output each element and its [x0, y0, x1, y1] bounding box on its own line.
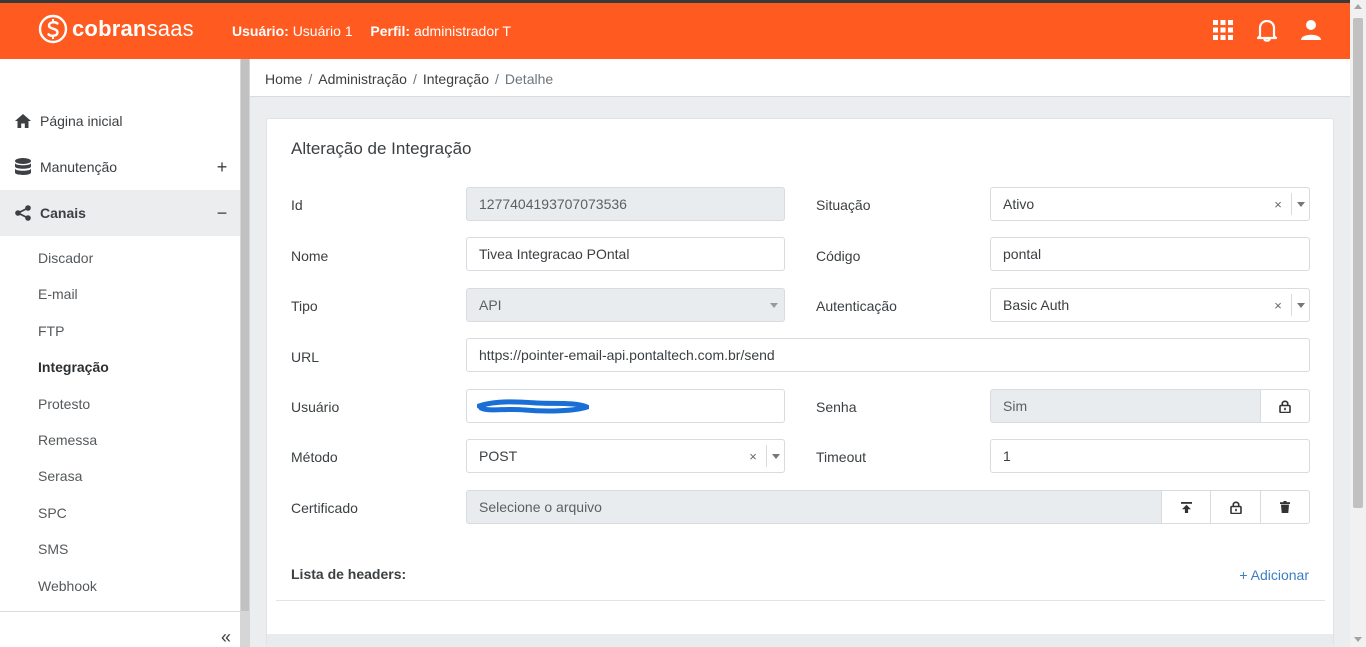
delete-button[interactable]	[1260, 490, 1310, 524]
url-label: URL	[291, 349, 320, 365]
top-bar: cobransaas Usuário: Usuário 1 Perfil: ad…	[0, 0, 1350, 59]
situacao-value: Ativo	[1003, 196, 1035, 212]
sidebar-sub-serasa[interactable]: Serasa	[38, 468, 82, 484]
senha-unlock-button[interactable]	[1260, 389, 1310, 423]
certificado-label: Certificado	[291, 500, 358, 516]
situacao-select[interactable]: Ativo ×	[990, 187, 1310, 221]
clear-icon[interactable]: ×	[742, 440, 764, 472]
sidebar-item-label: Canais	[40, 205, 86, 221]
sidebar-divider	[0, 611, 240, 612]
codigo-label: Código	[816, 248, 861, 264]
breadcrumb-home[interactable]: Home	[265, 71, 302, 87]
divider	[276, 600, 1325, 601]
usuario-input[interactable]	[466, 389, 785, 423]
headers-list-label: Lista de headers:	[291, 566, 407, 582]
breadcrumb-integracao[interactable]: Integração	[423, 71, 489, 87]
lock-icon	[1229, 501, 1242, 514]
database-icon	[14, 158, 32, 176]
scroll-up-icon[interactable]	[1354, 4, 1362, 9]
sidebar-item-canais[interactable]: Canais −	[0, 190, 240, 236]
clear-icon[interactable]: ×	[1267, 188, 1289, 220]
chevron-down-icon	[766, 289, 782, 321]
card-footer	[267, 634, 1333, 647]
redaction-scribble	[477, 399, 589, 414]
brand-logo[interactable]: cobransaas	[38, 14, 194, 44]
senha-field: Sim	[990, 389, 1261, 423]
id-label: Id	[291, 197, 303, 213]
url-input[interactable]: https://pointer-email-api.pontaltech.com…	[466, 338, 1310, 372]
sidebar-collapse-button[interactable]: «	[216, 628, 236, 646]
codigo-input[interactable]: pontal	[990, 237, 1310, 271]
upload-button[interactable]	[1161, 490, 1211, 524]
upload-icon	[1180, 501, 1192, 513]
breadcrumb: Home / Administração / Integração / Detalhe	[265, 71, 554, 87]
chevron-down-icon[interactable]	[1293, 188, 1309, 220]
certificado-file-field: Selecione o arquivo	[466, 490, 1163, 524]
integration-form-card: Alteração de Integração Id 1277404193707…	[266, 118, 1334, 647]
sidebar: Página inicial Manutenção + Canais − Dis…	[0, 59, 240, 647]
autenticacao-value: Basic Auth	[1003, 297, 1070, 313]
user-label: Usuário:	[232, 23, 289, 39]
situacao-label: Situação	[816, 197, 871, 213]
sidebar-item-label: Manutenção	[40, 159, 118, 175]
sidebar-sub-webhook[interactable]: Webhook	[38, 578, 97, 594]
id-field: 1277404193707073536	[466, 187, 785, 221]
scroll-down-icon[interactable]	[1354, 637, 1362, 642]
tipo-value: API	[479, 297, 502, 313]
metodo-value: POST	[479, 448, 518, 464]
sidebar-sub-email[interactable]: E-mail	[38, 286, 78, 302]
breadcrumb-detalhe: Detalhe	[504, 71, 554, 87]
tipo-label: Tipo	[291, 298, 318, 314]
timeout-label: Timeout	[816, 449, 867, 465]
sidebar-sub-integracao[interactable]: Integração	[38, 359, 109, 375]
user-info: Usuário: Usuário 1 Perfil: administrador…	[232, 23, 511, 39]
clear-icon[interactable]: ×	[1267, 289, 1289, 321]
collapse-icon[interactable]: −	[216, 203, 228, 223]
usuario-label: Usuário	[291, 399, 340, 415]
nome-input[interactable]: Tivea Integracao POntal	[466, 237, 785, 271]
timeout-input[interactable]: 1	[990, 439, 1310, 473]
lock-icon	[1279, 400, 1291, 413]
metodo-label: Método	[291, 449, 338, 465]
sidebar-sub-sms[interactable]: SMS	[38, 541, 68, 557]
add-header-link[interactable]: + Adicionar	[1239, 567, 1309, 583]
senha-label: Senha	[816, 399, 857, 415]
page-scrollbar[interactable]	[1350, 0, 1366, 647]
brand-name: cobransaas	[72, 16, 194, 41]
user-value: Usuário 1	[292, 23, 353, 39]
sidebar-item-home[interactable]: Página inicial	[0, 98, 240, 144]
sidebar-item-manutencao[interactable]: Manutenção +	[0, 144, 240, 190]
sidebar-sub-discador[interactable]: Discador	[38, 250, 93, 266]
sidebar-sub-spc[interactable]: SPC	[38, 505, 67, 521]
sidebar-item-label: Página inicial	[40, 113, 123, 129]
double-chevron-left-icon: «	[220, 627, 231, 647]
chevron-down-icon[interactable]	[1293, 289, 1309, 321]
sidebar-sub-ftp[interactable]: FTP	[38, 323, 64, 339]
home-icon	[14, 112, 32, 130]
share-icon	[14, 204, 32, 222]
tipo-select: API	[466, 288, 785, 322]
scroll-thumb[interactable]	[1353, 18, 1363, 508]
user-icon[interactable]	[1298, 17, 1324, 43]
expand-icon[interactable]: +	[216, 157, 228, 177]
sidebar-sub-protesto[interactable]: Protesto	[38, 396, 90, 412]
autenticacao-label: Autenticação	[816, 298, 897, 314]
page-title: Alteração de Integração	[291, 139, 472, 158]
sidebar-scrollbar[interactable]	[240, 59, 250, 647]
chevron-down-icon[interactable]	[768, 440, 784, 472]
autenticacao-select[interactable]: Basic Auth ×	[990, 288, 1310, 322]
breadcrumb-administracao[interactable]: Administração	[318, 71, 407, 87]
certificado-unlock-button[interactable]	[1210, 490, 1261, 524]
profile-value: administrador T	[413, 23, 511, 39]
apps-grid-icon[interactable]	[1210, 17, 1236, 43]
metodo-select[interactable]: POST ×	[466, 439, 785, 473]
sidebar-sub-remessa[interactable]: Remessa	[38, 432, 97, 448]
nome-label: Nome	[291, 248, 329, 264]
bell-icon[interactable]	[1254, 17, 1280, 43]
profile-label: Perfil:	[370, 23, 411, 39]
trash-icon	[1280, 501, 1290, 513]
breadcrumb-bar: Home / Administração / Integração / Detalhe	[250, 59, 1350, 97]
logo-icon	[38, 14, 68, 44]
